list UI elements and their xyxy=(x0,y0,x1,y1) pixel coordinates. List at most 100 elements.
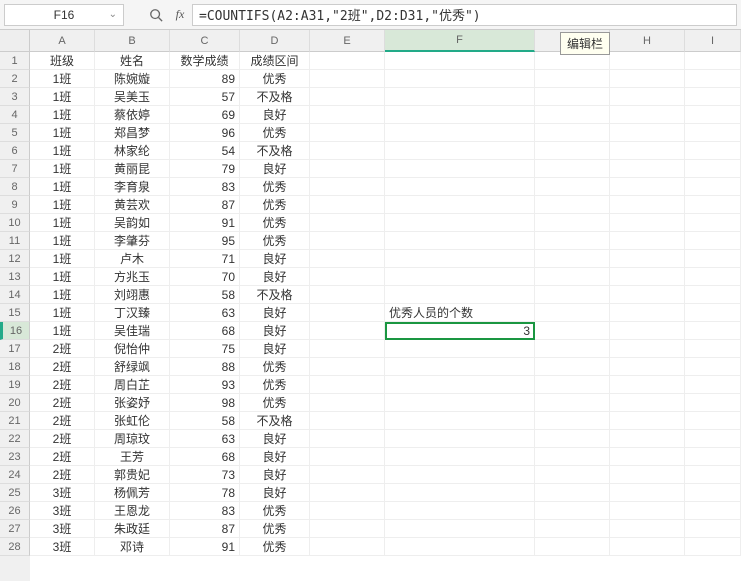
cell-A8[interactable]: 1班 xyxy=(30,178,95,196)
cell-I3[interactable] xyxy=(685,88,741,106)
cell-A19[interactable]: 2班 xyxy=(30,376,95,394)
cell-D25[interactable]: 良好 xyxy=(240,484,310,502)
cell-G21[interactable] xyxy=(535,412,610,430)
cell-A21[interactable]: 2班 xyxy=(30,412,95,430)
cell-I2[interactable] xyxy=(685,70,741,88)
cell-B19[interactable]: 周白芷 xyxy=(95,376,170,394)
cell-C25[interactable]: 78 xyxy=(170,484,240,502)
cell-D17[interactable]: 良好 xyxy=(240,340,310,358)
cell-I20[interactable] xyxy=(685,394,741,412)
cell-F25[interactable] xyxy=(385,484,535,502)
cell-B7[interactable]: 黄丽昆 xyxy=(95,160,170,178)
cell-H1[interactable] xyxy=(610,52,685,70)
cell-B14[interactable]: 刘翊惠 xyxy=(95,286,170,304)
cell-G7[interactable] xyxy=(535,160,610,178)
cell-B21[interactable]: 张虹伦 xyxy=(95,412,170,430)
cell-E15[interactable] xyxy=(310,304,385,322)
cell-G12[interactable] xyxy=(535,250,610,268)
cell-C24[interactable]: 73 xyxy=(170,466,240,484)
cell-E26[interactable] xyxy=(310,502,385,520)
cell-F5[interactable] xyxy=(385,124,535,142)
cell-E8[interactable] xyxy=(310,178,385,196)
cell-D20[interactable]: 优秀 xyxy=(240,394,310,412)
cell-A24[interactable]: 2班 xyxy=(30,466,95,484)
cell-E27[interactable] xyxy=(310,520,385,538)
cell-G2[interactable] xyxy=(535,70,610,88)
column-header-A[interactable]: A xyxy=(30,30,95,52)
cell-F23[interactable] xyxy=(385,448,535,466)
cell-G3[interactable] xyxy=(535,88,610,106)
cell-F17[interactable] xyxy=(385,340,535,358)
cell-G5[interactable] xyxy=(535,124,610,142)
row-header-7[interactable]: 7 xyxy=(0,160,30,178)
cell-A25[interactable]: 3班 xyxy=(30,484,95,502)
cell-E12[interactable] xyxy=(310,250,385,268)
row-header-15[interactable]: 15 xyxy=(0,304,30,322)
row-header-21[interactable]: 21 xyxy=(0,412,30,430)
cell-F7[interactable] xyxy=(385,160,535,178)
row-header-8[interactable]: 8 xyxy=(0,178,30,196)
cell-I25[interactable] xyxy=(685,484,741,502)
cell-H10[interactable] xyxy=(610,214,685,232)
cell-H3[interactable] xyxy=(610,88,685,106)
cell-D28[interactable]: 优秀 xyxy=(240,538,310,556)
cell-E5[interactable] xyxy=(310,124,385,142)
cell-G16[interactable] xyxy=(535,322,610,340)
column-header-B[interactable]: B xyxy=(95,30,170,52)
cell-I14[interactable] xyxy=(685,286,741,304)
cell-A2[interactable]: 1班 xyxy=(30,70,95,88)
column-header-H[interactable]: H xyxy=(610,30,685,52)
row-header-26[interactable]: 26 xyxy=(0,502,30,520)
cell-E14[interactable] xyxy=(310,286,385,304)
cell-G11[interactable] xyxy=(535,232,610,250)
column-header-C[interactable]: C xyxy=(170,30,240,52)
cell-C10[interactable]: 91 xyxy=(170,214,240,232)
cell-E11[interactable] xyxy=(310,232,385,250)
cell-A23[interactable]: 2班 xyxy=(30,448,95,466)
cell-D21[interactable]: 不及格 xyxy=(240,412,310,430)
cell-I1[interactable] xyxy=(685,52,741,70)
row-header-5[interactable]: 5 xyxy=(0,124,30,142)
cell-B8[interactable]: 李育泉 xyxy=(95,178,170,196)
cell-H20[interactable] xyxy=(610,394,685,412)
cell-C21[interactable]: 58 xyxy=(170,412,240,430)
cell-G19[interactable] xyxy=(535,376,610,394)
cell-D6[interactable]: 不及格 xyxy=(240,142,310,160)
formula-input[interactable]: =COUNTIFS(A2:A31,"2班",D2:D31,"优秀") xyxy=(192,4,737,26)
cell-A7[interactable]: 1班 xyxy=(30,160,95,178)
cell-D23[interactable]: 良好 xyxy=(240,448,310,466)
row-header-10[interactable]: 10 xyxy=(0,214,30,232)
cell-E2[interactable] xyxy=(310,70,385,88)
cell-F12[interactable] xyxy=(385,250,535,268)
cell-C11[interactable]: 95 xyxy=(170,232,240,250)
cell-G20[interactable] xyxy=(535,394,610,412)
cell-B24[interactable]: 郭贵妃 xyxy=(95,466,170,484)
cell-G13[interactable] xyxy=(535,268,610,286)
row-header-25[interactable]: 25 xyxy=(0,484,30,502)
cell-I7[interactable] xyxy=(685,160,741,178)
cell-D10[interactable]: 优秀 xyxy=(240,214,310,232)
cell-G27[interactable] xyxy=(535,520,610,538)
cell-B3[interactable]: 吴美玉 xyxy=(95,88,170,106)
cell-D3[interactable]: 不及格 xyxy=(240,88,310,106)
cell-D27[interactable]: 优秀 xyxy=(240,520,310,538)
cell-C19[interactable]: 93 xyxy=(170,376,240,394)
row-header-14[interactable]: 14 xyxy=(0,286,30,304)
cell-F18[interactable] xyxy=(385,358,535,376)
cell-F10[interactable] xyxy=(385,214,535,232)
cell-F9[interactable] xyxy=(385,196,535,214)
cell-H22[interactable] xyxy=(610,430,685,448)
cell-A11[interactable]: 1班 xyxy=(30,232,95,250)
select-all-corner[interactable] xyxy=(0,30,30,52)
cell-F1[interactable] xyxy=(385,52,535,70)
cell-D22[interactable]: 良好 xyxy=(240,430,310,448)
cell-A15[interactable]: 1班 xyxy=(30,304,95,322)
cell-H27[interactable] xyxy=(610,520,685,538)
cell-C22[interactable]: 63 xyxy=(170,430,240,448)
cell-G15[interactable] xyxy=(535,304,610,322)
cell-C17[interactable]: 75 xyxy=(170,340,240,358)
cell-G6[interactable] xyxy=(535,142,610,160)
cell-I11[interactable] xyxy=(685,232,741,250)
cell-E24[interactable] xyxy=(310,466,385,484)
search-icon[interactable] xyxy=(144,4,168,26)
